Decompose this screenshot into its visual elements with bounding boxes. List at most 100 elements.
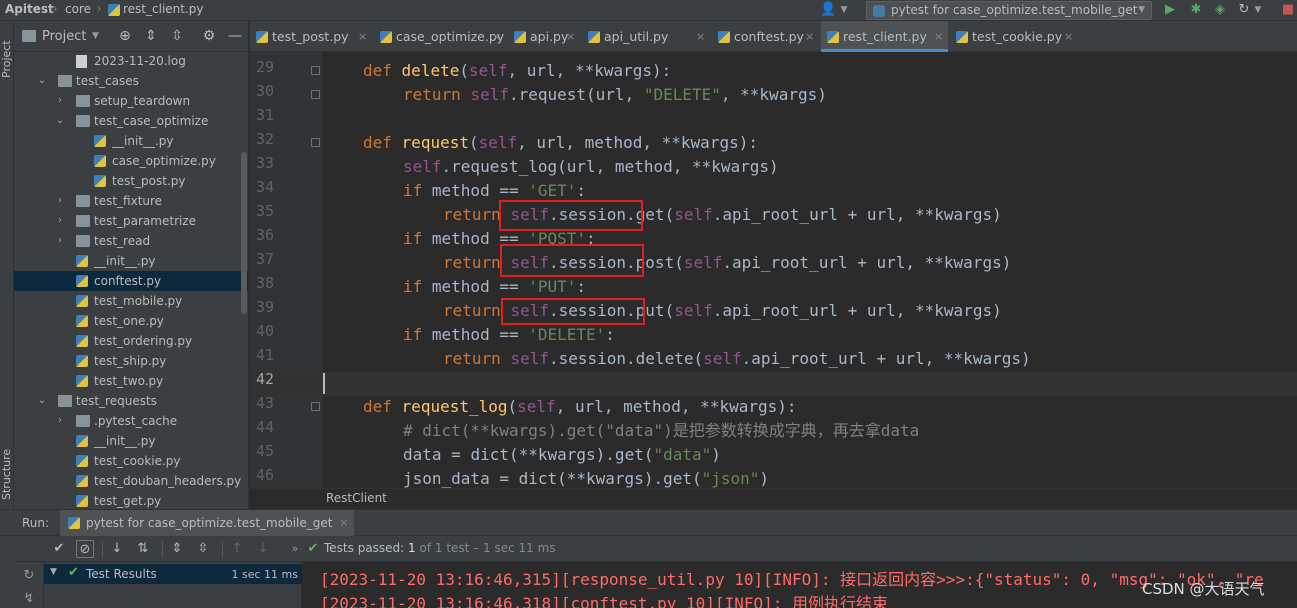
check-icon: ✔ [68, 565, 79, 580]
navigation-bar: Apitest › core › rest_client.py 👤 ▼ pyte… [0, 0, 1297, 21]
line-number: 39 [256, 298, 275, 316]
code-line: def request(self, url, method, **kwargs)… [363, 133, 758, 152]
expand-all-icon[interactable]: ⇕ [142, 27, 160, 45]
close-icon[interactable]: × [696, 21, 705, 52]
tree-file[interactable]: test_get.py [14, 491, 248, 509]
line-number: 36 [256, 226, 275, 244]
code-line: self.request_log(url, method, **kwargs) [403, 157, 779, 176]
python-file-icon [514, 31, 526, 43]
tree-item-label: test_get.py [94, 494, 162, 508]
pytest-icon [873, 5, 885, 17]
breadcrumb-folder[interactable]: core [65, 2, 91, 16]
show-passed-icon[interactable]: ✔ [50, 540, 68, 558]
python-file-icon [76, 495, 88, 507]
chevron-down-icon: ▼ [1138, 5, 1145, 15]
stop-icon[interactable]: ■ [1280, 2, 1296, 18]
line-number: 34 [256, 178, 275, 196]
highlight-box [500, 244, 644, 277]
python-file-icon [827, 31, 839, 43]
chevron-right-icon: › [97, 2, 102, 15]
python-file-icon [256, 31, 268, 43]
current-line-highlight [250, 372, 1297, 396]
chevron-down-icon[interactable]: ▼ [92, 31, 99, 41]
editor-tab[interactable]: api.py × [508, 21, 580, 52]
editor-tab[interactable]: rest_client.py × [821, 21, 948, 52]
project-panel-header: Project ▼ ⊕ ⇕ ⇳ ⚙ — [14, 21, 248, 52]
locate-icon[interactable]: ⊕ [116, 27, 134, 45]
close-icon[interactable]: × [805, 21, 814, 52]
coverage-icon[interactable]: ◈ [1212, 2, 1228, 18]
editor-tab[interactable]: case_optimize.py × [374, 21, 506, 52]
collapse-all-icon[interactable]: ⇳ [168, 27, 186, 45]
close-icon[interactable]: × [566, 21, 575, 52]
log-line: [2023-11-20 13:16:46,318][conftest.py 10… [320, 594, 889, 608]
watermark: CSDN @大语天气 [1142, 580, 1265, 598]
code-line: # dict(**kwargs).get("data")是把参数转换成字典，再去… [403, 421, 920, 440]
line-number: 35 [256, 202, 275, 220]
fold-marker-icon[interactable] [311, 90, 320, 99]
code-breadcrumb-bar: RestClient [250, 488, 1297, 509]
close-icon[interactable]: × [358, 21, 367, 52]
line-number: 45 [256, 442, 275, 460]
editor-tab[interactable]: api_util.py × [582, 21, 710, 52]
sort-alphabetically-icon[interactable]: ↓ [108, 540, 126, 558]
run-tab[interactable]: pytest for case_optimize.test_mobile_get… [60, 510, 355, 536]
code-line: if method == 'DELETE': [403, 325, 615, 344]
fold-marker-icon[interactable] [311, 138, 320, 147]
line-number: 46 [256, 466, 275, 484]
line-number: 41 [256, 346, 275, 364]
close-icon[interactable]: × [492, 21, 501, 52]
editor-tab[interactable]: test_post.py × [250, 21, 372, 52]
chevron-down-icon[interactable]: ▼ [50, 567, 57, 577]
run-label: Run: [22, 516, 50, 530]
editor-tab[interactable]: test_cookie.py × [950, 21, 1078, 52]
chevron-down-icon[interactable]: ▼ [1250, 2, 1266, 18]
test-results-row[interactable]: ▼ ✔ Test Results 1 sec 11 ms [44, 564, 302, 584]
test-results-panel: ▼ ✔ Test Results 1 sec 11 ms [44, 562, 302, 608]
breadcrumb-file[interactable]: rest_client.py [123, 2, 204, 16]
line-number: 29 [256, 58, 275, 76]
code-line: if method == 'PUT': [403, 277, 587, 296]
expand-all-icon[interactable]: ⇕ [168, 540, 186, 558]
line-number: 44 [256, 418, 275, 436]
editor-tab-bar: test_post.py × case_optimize.py × api.py × api… [250, 21, 1297, 52]
text-caret [323, 373, 325, 394]
run-icon[interactable]: ▶ [1162, 2, 1178, 18]
line-number: 30 [256, 82, 275, 100]
more-icon[interactable]: » [286, 540, 304, 558]
line-number: 43 [256, 394, 275, 412]
next-failed-icon[interactable]: ↓ [254, 540, 272, 558]
sort-by-duration-icon[interactable]: ⇅ [134, 540, 152, 558]
code-breadcrumb-class[interactable]: RestClient [326, 491, 387, 505]
pytest-icon [68, 517, 80, 529]
line-number: 38 [256, 274, 275, 292]
run-toolbar: ✔ ⊘ ↓ ⇅ ⇕ ⇳ ↑ ↓ » ✔ Tests passed: 1 of 1… [14, 536, 1297, 562]
previous-failed-icon[interactable]: ↑ [228, 540, 246, 558]
code-line: data = dict(**kwargs).get("data") [403, 445, 721, 464]
code-line: return self.request(url, "DELETE", **kwa… [403, 85, 827, 104]
project-panel-title[interactable]: Project [42, 29, 86, 44]
python-file-icon [588, 31, 600, 43]
editor-tab[interactable]: conftest.py × [712, 21, 819, 52]
collapse-all-icon[interactable]: ⇳ [194, 540, 212, 558]
close-icon[interactable]: × [1064, 21, 1073, 52]
toggle-auto-test-icon[interactable]: ↯ [20, 590, 38, 608]
line-number: 31 [256, 106, 275, 124]
show-ignored-icon[interactable]: ⊘ [76, 540, 94, 558]
minimize-icon[interactable]: — [226, 27, 244, 45]
breadcrumb-project[interactable]: Apitest [5, 2, 54, 16]
fold-marker-icon[interactable] [311, 402, 320, 411]
run-configuration-select[interactable]: pytest for case_optimize.test_mobile_get… [866, 1, 1152, 20]
line-number: 42 [256, 370, 275, 388]
chevron-down-icon[interactable]: ▼ [836, 2, 852, 18]
user-icon[interactable]: 👤 [820, 2, 836, 18]
gear-icon[interactable]: ⚙ [200, 27, 218, 45]
fold-marker-icon[interactable] [311, 66, 320, 75]
debug-icon[interactable]: ✱ [1188, 2, 1204, 18]
code-line: def delete(self, url, **kwargs): [363, 61, 672, 80]
close-icon[interactable]: × [339, 510, 348, 536]
line-number: 33 [256, 154, 275, 172]
python-file-icon [956, 31, 968, 43]
rerun-failed-icon[interactable]: ↻ [20, 567, 38, 585]
close-icon[interactable]: × [934, 21, 943, 52]
